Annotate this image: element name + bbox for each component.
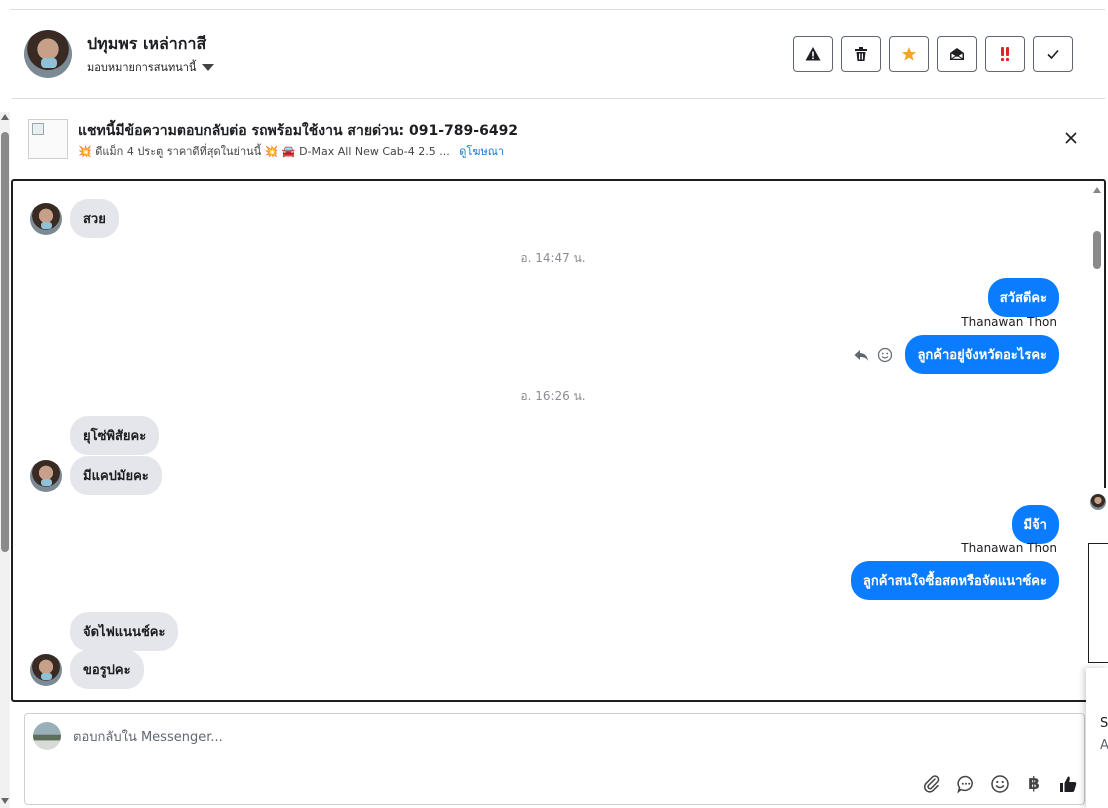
outgoing-message-group: ลูกค้าสนใจซื้อสดหรือจัดแนาซ์คะ <box>850 561 1059 600</box>
delete-button[interactable] <box>841 36 881 72</box>
incoming-message[interactable]: สวย <box>70 199 119 238</box>
outgoing-message[interactable]: สวัสดีคะ <box>987 278 1059 317</box>
message-list: สวย อ. 14:47 น. สวัสดีคะ Thanawan Thon ล… <box>13 181 1093 700</box>
incoming-message[interactable]: มีแคปมัยคะ <box>70 456 162 495</box>
scroll-up-arrow-icon[interactable] <box>1 114 9 120</box>
check-icon <box>1047 49 1059 60</box>
report-spam-button[interactable] <box>793 36 833 72</box>
top-divider <box>10 0 1105 10</box>
trash-icon <box>855 47 867 61</box>
message-timestamp: อ. 16:26 น. <box>520 389 586 403</box>
conversation-actions <box>793 36 1073 72</box>
outgoing-message[interactable]: ลูกค้าสนใจซื้อสดหรือจัดแนาซ์คะ <box>850 561 1059 600</box>
contact-name[interactable]: ปทุมพร เหล่ากาสี <box>87 32 206 57</box>
thumbs-up-icon[interactable] <box>1058 774 1078 794</box>
side-popup-text: S <box>1100 716 1108 731</box>
attachment-icon[interactable] <box>922 774 942 794</box>
incoming-message-group: ขอรูปคะ <box>30 650 144 689</box>
sender-name: Thanawan Thon <box>961 541 1057 555</box>
follow-up-button[interactable] <box>985 36 1025 72</box>
reply-input[interactable] <box>73 726 973 748</box>
reply-composer: ฿ <box>24 713 1085 805</box>
scroll-up-arrow-icon[interactable] <box>1093 187 1101 193</box>
caret-down-icon <box>202 63 215 71</box>
side-avatar <box>1090 494 1106 510</box>
saved-replies-icon[interactable] <box>956 774 976 794</box>
outgoing-message-group: มีจ้า <box>1011 505 1059 544</box>
message-timestamp: อ. 14:47 น. <box>520 251 586 265</box>
view-ad-link[interactable]: ดูโฆษณา <box>459 145 504 158</box>
ad-description-text: 💥 ดีแม็ก 4 ประตู ราคาดีที่สุดในย่านนี้ 💥… <box>78 145 450 158</box>
side-panel-fragment: S A <box>1086 488 1108 808</box>
broken-image-icon <box>32 123 44 135</box>
contact-avatar-small[interactable] <box>30 459 62 492</box>
incoming-message-group: สวย <box>30 199 119 238</box>
warning-icon <box>805 47 821 61</box>
page-scrollbar[interactable] <box>0 112 10 808</box>
payment-icon[interactable]: ฿ <box>1024 774 1044 794</box>
incoming-message[interactable]: จัดไฟแนนช์คะ <box>70 612 179 651</box>
incoming-message[interactable]: ยุโซ่พิสัยคะ <box>70 416 160 455</box>
message-hover-tools <box>853 347 893 363</box>
envelope-open-icon <box>950 48 964 60</box>
mark-done-button[interactable] <box>1033 36 1073 72</box>
reply-icon[interactable] <box>853 347 869 363</box>
emoji-reaction-icon[interactable] <box>877 347 893 363</box>
outgoing-message-group: สวัสดีคะ <box>987 278 1059 317</box>
composer-tools: ฿ <box>922 774 1078 794</box>
outgoing-message-group: ลูกค้าอยู่จังหวัดอะไรคะ <box>853 335 1059 374</box>
messenger-inbox-page: ปทุมพร เหล่ากาสี มอบหมายการสนทนานี้ แชทน… <box>0 0 1108 808</box>
contact-avatar[interactable] <box>24 30 72 78</box>
ad-description: 💥 ดีแม็ก 4 ประตู ราคาดีที่สุดในย่านนี้ 💥… <box>78 142 504 160</box>
ad-title: แชทนี้มีข้อความตอบกลับต่อ รถพร้อมใช้งาน … <box>78 123 519 139</box>
incoming-message-group: จัดไฟแนนช์คะ <box>70 612 179 651</box>
incoming-message-group: ยุโซ่พิสัยคะ <box>70 416 160 455</box>
side-thread-fragment <box>1088 543 1108 663</box>
emoji-icon[interactable] <box>990 774 1010 794</box>
message-thread[interactable]: สวย อ. 14:47 น. สวัสดีคะ Thanawan Thon ล… <box>11 179 1106 702</box>
assign-conversation-dropdown[interactable]: มอบหมายการสนทนานี้ <box>87 58 215 76</box>
incoming-message[interactable]: ขอรูปคะ <box>70 650 144 689</box>
side-popup-subtext: A <box>1100 738 1108 753</box>
star-icon <box>901 47 917 61</box>
star-button[interactable] <box>889 36 929 72</box>
ad-context-banner: แชทนี้มีข้อความตอบกลับต่อ รถพร้อมใช้งาน … <box>12 100 1105 178</box>
contact-avatar-small[interactable] <box>30 202 62 235</box>
close-icon[interactable] <box>1063 130 1079 146</box>
page-scrollbar-thumb[interactable] <box>1 132 9 552</box>
sender-name: Thanawan Thon <box>961 315 1057 329</box>
scroll-down-arrow-icon[interactable] <box>1 798 9 804</box>
page-avatar <box>33 722 61 750</box>
assign-label: มอบหมายการสนทนานี้ <box>87 61 197 74</box>
conversation-header: ปทุมพร เหล่ากาสี มอบหมายการสนทนานี้ <box>12 10 1105 99</box>
outgoing-message[interactable]: ลูกค้าอยู่จังหวัดอะไรคะ <box>905 335 1059 374</box>
thread-scrollbar-thumb[interactable] <box>1093 231 1101 269</box>
incoming-message-group: มีแคปมัยคะ <box>30 456 162 495</box>
ad-thumbnail[interactable] <box>28 119 68 159</box>
outgoing-message[interactable]: มีจ้า <box>1011 505 1059 544</box>
contact-avatar-small[interactable] <box>30 653 62 686</box>
double-exclamation-icon <box>1000 47 1010 62</box>
mark-unread-button[interactable] <box>937 36 977 72</box>
